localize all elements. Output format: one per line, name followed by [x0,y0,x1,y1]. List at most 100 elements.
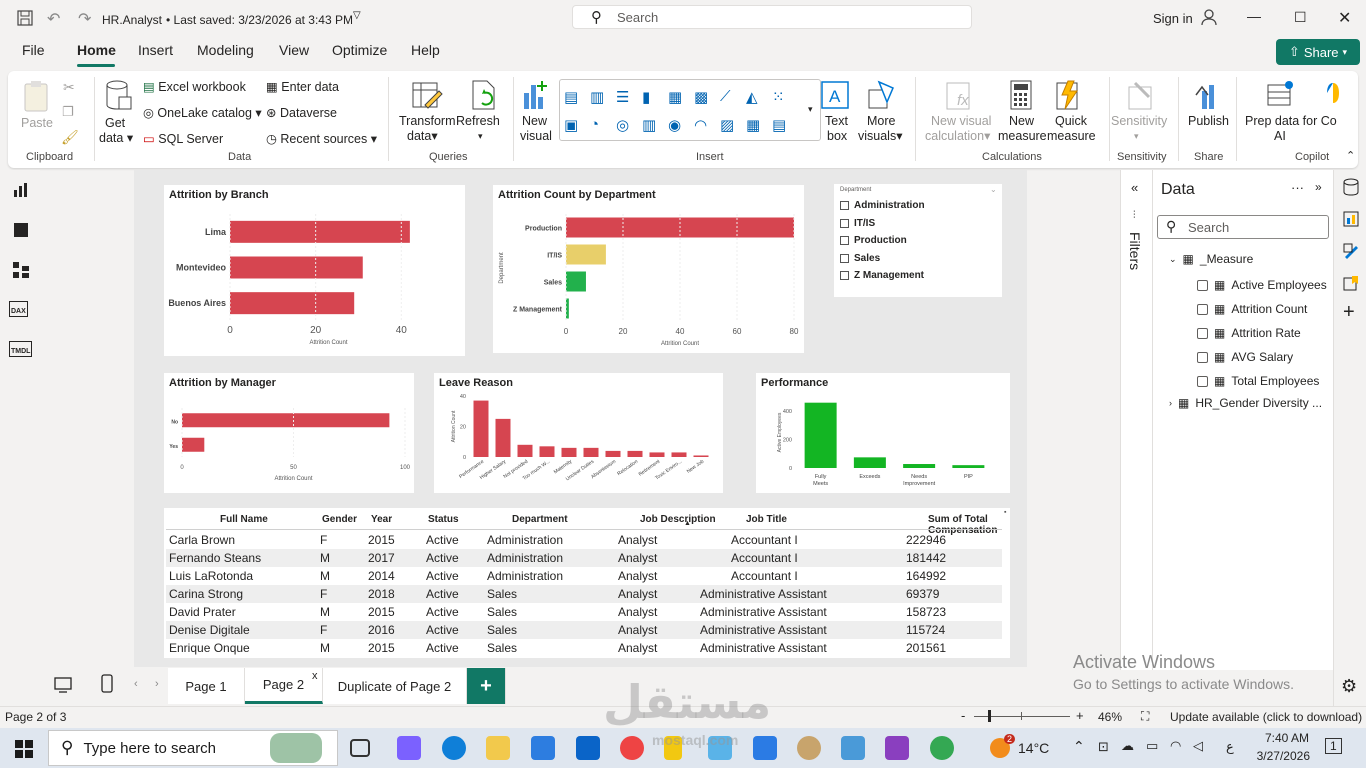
tab-modeling[interactable]: Modeling [197,42,254,58]
user-icon[interactable] [1200,8,1218,26]
column-header[interactable]: Status [428,514,459,525]
checkbox[interactable] [1197,351,1208,363]
bar[interactable] [495,418,511,457]
collapse-pane-icon[interactable]: » [1315,180,1322,194]
maximize-icon[interactable]: ☐ [1294,9,1307,26]
edge-icon[interactable] [442,736,466,760]
bar[interactable] [693,455,709,457]
share-button[interactable]: ⇧ Share ▾ [1276,39,1360,65]
table-row[interactable]: Fernando Steans M 2017 Active Administration… [166,549,1002,567]
table-row[interactable]: Enrique Onque M 2015 Active Sales Analyst Admi… [166,639,1002,657]
save-icon[interactable] [17,10,33,26]
bar[interactable] [230,256,363,279]
bar[interactable] [804,402,837,468]
chrome-icon[interactable] [620,736,644,760]
table-hr-gender-diversity[interactable]: › ▦ HR_Gender Diversity ... [1169,396,1322,410]
checkbox[interactable] [1197,279,1208,291]
visual-attrition-by-department[interactable]: Attrition Count by Department Production… [493,185,804,353]
sort-ascending-icon[interactable]: ▲ [684,520,691,527]
visual-attrition-by-manager[interactable]: Attrition by Manager No Yes 0 50 100 Attritio… [164,373,414,493]
visual-type-icon[interactable]: ▤ [772,116,786,134]
tab-insert[interactable]: Insert [138,42,173,58]
expand-filters-icon[interactable]: « [1131,180,1138,195]
more-visuals-button[interactable]: visuals▾ [858,129,903,144]
enter-data-button[interactable]: ▦ Enter data [266,79,339,94]
data-search-input[interactable]: ⚲ Search [1157,215,1329,239]
zoom-in-icon[interactable]: + [1076,708,1084,723]
bar[interactable] [583,447,599,457]
visual-type-icon[interactable]: ▥ [642,116,656,134]
table-row[interactable]: Denise Digitale F 2016 Active Sales Analyst Ad… [166,621,1002,639]
visual-type-icon[interactable]: ▮ [642,88,650,106]
column-header[interactable]: Gender [322,514,357,525]
visual-type-icon[interactable]: ▨ [720,116,734,134]
store-icon[interactable] [531,736,555,760]
visual-type-icon[interactable]: ⟋ [720,88,731,105]
tab-optimize[interactable]: Optimize [332,42,387,58]
paste-button[interactable]: Paste [21,116,53,131]
bar[interactable] [853,457,886,468]
zoom-level[interactable]: 46% [1098,710,1122,724]
prev-page-icon[interactable]: ‹ [134,678,138,690]
visual-studio-icon[interactable] [885,736,909,760]
table-row[interactable]: Carla Brown F 2015 Active Administration Anal… [166,531,1002,549]
bar[interactable] [649,452,665,457]
search-input[interactable]: ⚲ Search [572,5,972,29]
slicer-item[interactable]: Sales [840,253,880,264]
checkbox[interactable] [840,253,849,263]
volume-icon[interactable]: ◁ [1193,738,1203,754]
copy-icon[interactable]: ❐ [62,104,74,120]
visual-type-icon[interactable]: ◔ [590,116,599,133]
table-view-icon[interactable] [13,222,29,238]
column-header[interactable]: Department [512,514,568,525]
visual-type-icon[interactable]: ◉ [668,116,681,134]
visual-type-icon[interactable]: ▦ [668,88,682,106]
add-page-button[interactable]: + [467,668,506,704]
battery-icon[interactable]: ▭ [1146,738,1158,754]
recent-sources-button[interactable]: ◷ Recent sources ▾ [266,131,377,146]
format-painter-icon[interactable]: 🖌 [61,129,79,146]
azure-icon[interactable] [753,736,777,760]
bar[interactable] [566,271,586,292]
checkbox[interactable] [840,201,849,210]
notification-icon[interactable]: 1 [1325,738,1342,754]
visual-type-icon[interactable]: ▩ [694,88,708,106]
report-view-icon[interactable] [13,182,29,198]
column-header[interactable]: Year [371,514,392,525]
checkbox[interactable] [840,271,849,280]
visual-type-icon[interactable]: ◠ [694,116,707,134]
bookmarks-pane-icon[interactable] [1342,274,1360,292]
bar[interactable] [627,450,643,457]
chevron-down-icon[interactable]: ▾ [1134,131,1139,142]
model-view-icon[interactable] [12,261,30,279]
measure-item[interactable]: ▦ Attrition Count [1197,302,1307,316]
column-header[interactable]: Job Description [640,514,716,525]
bar[interactable] [952,465,985,468]
table-row[interactable]: David Prater M 2015 Active Sales Analyst Admin… [166,603,1002,621]
measure-item[interactable]: ▦ Attrition Rate [1197,326,1301,340]
clock-date[interactable]: 3/27/2026 [1250,749,1310,763]
update-available-link[interactable]: Update available (click to download) [1170,710,1362,724]
fit-to-page-icon[interactable]: ⛶ [1141,709,1149,724]
refresh-button[interactable]: Refresh [456,114,500,129]
table-row[interactable]: Luis LaRotonda M 2014 Active Administration A… [166,567,1002,585]
tab-file[interactable]: File [22,42,45,58]
sign-in-link[interactable]: Sign in [1153,11,1193,26]
dataverse-button[interactable]: ⊛ Dataverse [266,105,337,120]
zoom-slider-thumb[interactable] [988,710,991,722]
chevron-up-icon[interactable]: ⌃ [1073,738,1085,755]
bar[interactable] [230,220,410,243]
desktop-layout-icon[interactable] [54,676,72,694]
visual-type-icon[interactable]: ☰ [616,88,629,106]
column-header[interactable]: Job Title [746,514,787,525]
file-explorer-icon[interactable] [486,736,510,760]
visual-gallery[interactable]: ▤ ▥ ☰ ▮ ▦ ▩ ⟋ ◭ ⁙ ▣ ◔ ◎ ▥ ◉ ◠ ▨ ▦ ▤ ▾ [559,79,821,141]
department-slicer[interactable]: Department ⌄ Administration IT/IS Producti… [834,184,1002,297]
tab-view[interactable]: View [279,42,309,58]
measure-item[interactable]: ▦ Active Employees [1197,278,1327,292]
checkbox[interactable] [840,218,849,228]
bar[interactable] [561,447,577,457]
table-measure[interactable]: ⌄ ▦ _Measure [1169,252,1253,266]
measure-item[interactable]: ▦ AVG Salary [1197,350,1293,364]
undo-icon[interactable]: ↶ [47,9,60,29]
